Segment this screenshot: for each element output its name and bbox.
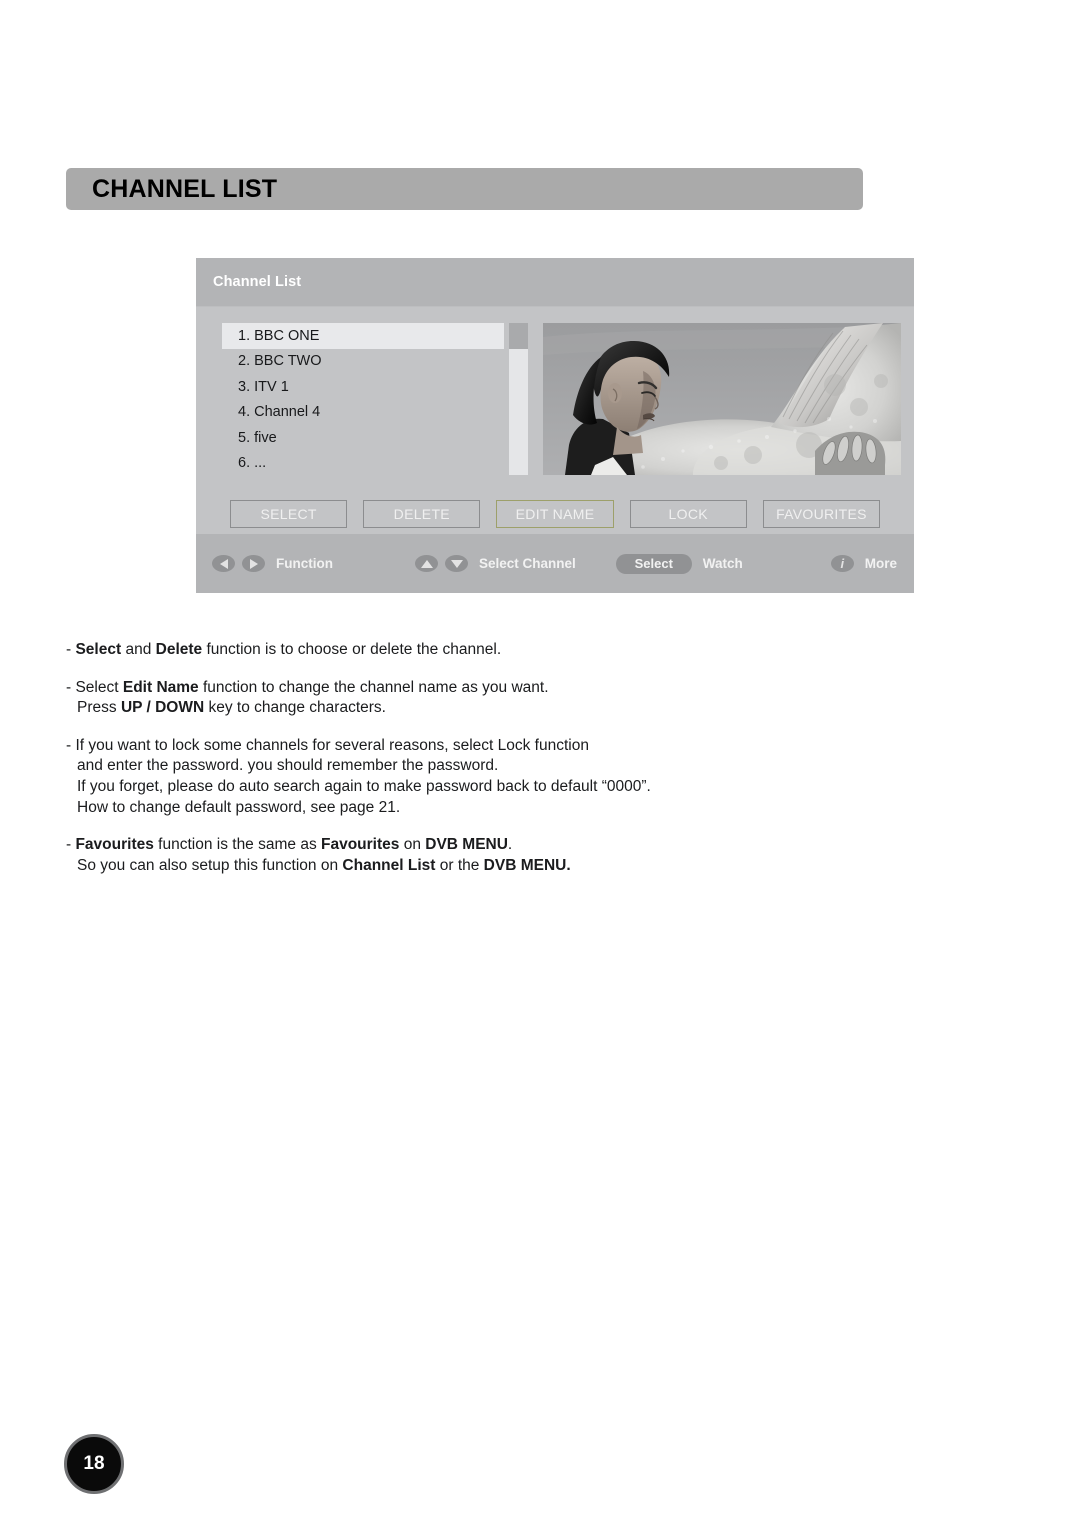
note-line: Press UP / DOWN key to change characters…: [66, 698, 826, 719]
edit-name-button[interactable]: EDIT NAME: [496, 500, 614, 528]
note-text: - If you want to lock some channels for …: [66, 736, 589, 754]
osd-navigation-hint-bar: Function Select Channel Select Watch i M…: [196, 534, 914, 593]
favourites-button[interactable]: FAVOURITES: [762, 500, 881, 528]
note-text: key to change characters.: [204, 699, 386, 717]
note-line: and enter the password. you should remem…: [66, 756, 826, 777]
nav-hint-more: i More: [830, 555, 898, 572]
page-number-label: 18: [83, 1453, 105, 1474]
osd-function-buttons: SELECT DELETE EDIT NAME LOCK FAVOURITES: [196, 496, 914, 532]
note-line: - If you want to lock some channels for …: [66, 736, 826, 757]
note-emphasis: DVB MENU: [425, 836, 508, 854]
channel-preview-image: [543, 323, 901, 475]
note-emphasis: Favourites: [321, 836, 400, 854]
nav-hint-function: Function: [212, 555, 333, 572]
note-line: So you can also setup this function on C…: [66, 856, 826, 877]
arrow-down-icon[interactable]: [445, 555, 468, 572]
note-line: - Select Edit Name function to change th…: [66, 678, 826, 699]
channel-label: 5. five: [238, 429, 277, 446]
channel-list-item[interactable]: 1. BBC ONE: [222, 323, 504, 349]
note-emphasis: Favourites: [75, 836, 154, 854]
channel-list: 1. BBC ONE 2. BBC TWO 3. ITV 1 4. Channe…: [222, 323, 504, 476]
scrollbar-thumb[interactable]: [509, 323, 528, 349]
arrow-up-icon[interactable]: [415, 555, 438, 572]
note-emphasis: Channel List: [342, 856, 436, 874]
note-text: If you forget, please do auto search aga…: [77, 778, 651, 796]
osd-header: Channel List: [196, 258, 914, 307]
nav-hint-function-label: Function: [276, 556, 333, 571]
lock-button-label: LOCK: [668, 506, 708, 522]
page-title: CHANNEL LIST: [92, 174, 278, 203]
note-emphasis: Delete: [155, 641, 203, 658]
lock-button[interactable]: LOCK: [629, 500, 747, 528]
note-emphasis: Select: [75, 641, 122, 658]
note-text: function to change the channel name as y…: [198, 678, 549, 696]
delete-button-label: DELETE: [393, 506, 450, 522]
favourites-button-label: FAVOURITES: [776, 506, 867, 522]
nav-hint-select-channel: Select Channel: [415, 555, 576, 572]
note-emphasis: UP / DOWN: [120, 699, 205, 717]
note-emphasis: DVB MENU.: [483, 856, 571, 874]
note-text: function is the same as: [153, 836, 321, 854]
channel-list-item[interactable]: 5. five: [222, 425, 504, 451]
page-title-bar: CHANNEL LIST: [66, 168, 863, 210]
select-button[interactable]: SELECT: [230, 500, 348, 528]
delete-button[interactable]: DELETE: [363, 500, 481, 528]
note-text: and enter the password. you should remem…: [77, 757, 499, 775]
note-text: .: [507, 836, 513, 854]
channel-list-item[interactable]: 4. Channel 4: [222, 400, 504, 426]
note-text: on: [399, 836, 426, 854]
info-icon[interactable]: i: [830, 555, 854, 572]
note-block: - Select Edit Name function to change th…: [66, 678, 826, 719]
note-text: So you can also setup this function on: [77, 856, 343, 874]
note-line: If you forget, please do auto search aga…: [66, 777, 826, 798]
note-block: - If you want to lock some channels for …: [66, 736, 826, 818]
select-button-label: SELECT: [260, 506, 317, 522]
edit-name-button-label: EDIT NAME: [515, 506, 595, 522]
note-line: - Select and Delete function is to choos…: [66, 640, 826, 661]
preview-photo: [543, 323, 901, 475]
arrow-left-icon[interactable]: [212, 555, 235, 572]
note-emphasis: Edit Name: [122, 678, 199, 696]
note-line: How to change default password, see page…: [66, 798, 826, 819]
channel-label: 6. ...: [238, 455, 267, 472]
channel-list-osd: Channel List 1. BBC ONE 2. BBC TWO 3. IT…: [196, 258, 914, 593]
arrow-right-icon[interactable]: [242, 555, 265, 572]
osd-body: 1. BBC ONE 2. BBC TWO 3. ITV 1 4. Channe…: [196, 307, 914, 486]
note-line: - Favourites function is the same as Fav…: [66, 835, 826, 856]
note-block: - Favourites function is the same as Fav…: [66, 835, 826, 876]
note-block: - Select and Delete function is to choos…: [66, 640, 826, 661]
note-text: function is to choose or delete the chan…: [202, 641, 502, 658]
instruction-notes: - Select and Delete function is to choos…: [66, 640, 826, 893]
nav-hint-watch-label: Watch: [702, 556, 743, 571]
channel-list-item[interactable]: 2. BBC TWO: [222, 349, 504, 375]
select-key-icon[interactable]: Select: [615, 553, 692, 574]
page-number-badge: 18: [64, 1434, 124, 1494]
osd-header-title: Channel List: [213, 274, 302, 290]
nav-hint-more-label: More: [864, 556, 898, 571]
channel-list-scrollbar[interactable]: [509, 323, 528, 475]
channel-label: 2. BBC TWO: [238, 353, 322, 370]
note-text: and: [121, 641, 156, 658]
channel-label: 1. BBC ONE: [238, 327, 320, 344]
info-icon-letter: i: [840, 556, 845, 571]
note-text: or the: [435, 856, 484, 874]
note-text: How to change default password, see page…: [77, 798, 401, 816]
channel-list-item[interactable]: 3. ITV 1: [222, 374, 504, 400]
note-text: - Select: [66, 678, 123, 696]
channel-label: 4. Channel 4: [238, 404, 321, 421]
channel-list-item[interactable]: 6. ...: [222, 451, 504, 477]
nav-hint-select-channel-label: Select Channel: [479, 556, 576, 571]
note-text: Press: [77, 699, 121, 717]
nav-hint-watch: Select Watch: [615, 553, 743, 574]
channel-label: 3. ITV 1: [238, 378, 289, 395]
